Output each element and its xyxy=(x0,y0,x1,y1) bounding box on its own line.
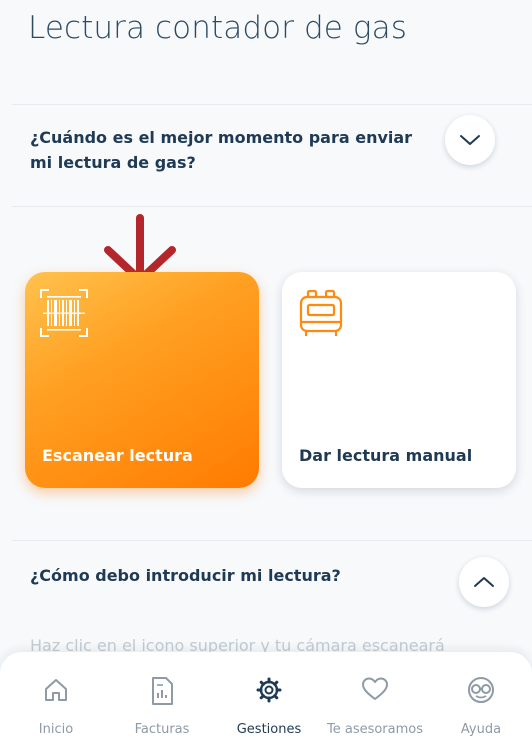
scan-reading-card[interactable]: Escanear lectura xyxy=(25,272,259,488)
faq-question-line: mi lectura de gas? xyxy=(30,153,196,172)
manual-reading-label: Dar lectura manual xyxy=(299,446,473,465)
chevron-up-icon xyxy=(474,577,494,587)
barcode-scan-icon xyxy=(40,289,88,337)
nav-label: Gestiones xyxy=(236,722,302,737)
nav-label: Te asesoramos xyxy=(326,722,424,737)
nav-label: Ayuda xyxy=(460,722,502,737)
nav-item-gestiones[interactable]: Gestiones xyxy=(216,652,322,744)
heart-icon xyxy=(362,677,388,700)
help-icon xyxy=(468,677,494,703)
divider xyxy=(12,206,532,207)
chevron-down-icon xyxy=(460,135,480,145)
faq-question-best-time: ¿Cuándo es el mejor momento para enviar … xyxy=(30,125,412,175)
faq-question-how-to-enter: ¿Cómo debo introducir mi lectura? xyxy=(30,566,341,585)
nav-label: Inicio xyxy=(38,722,74,737)
nav-item-inicio[interactable]: Inicio xyxy=(3,652,109,744)
settings-gear-icon xyxy=(256,677,282,703)
manual-reading-card[interactable]: Dar lectura manual xyxy=(282,272,516,488)
bottom-navigation: Inicio Facturas Gestiones Te asesoramos … xyxy=(0,652,532,744)
divider xyxy=(12,104,532,105)
faq-collapse-button[interactable] xyxy=(459,557,509,607)
invoice-icon xyxy=(152,677,173,705)
nav-item-ayuda[interactable]: Ayuda xyxy=(428,652,532,744)
home-icon xyxy=(45,679,67,701)
scan-reading-label: Escanear lectura xyxy=(42,446,193,465)
nav-item-facturas[interactable]: Facturas xyxy=(109,652,215,744)
nav-item-te-asesoramos[interactable]: Te asesoramos xyxy=(322,652,428,744)
faq-expand-button[interactable] xyxy=(445,115,495,165)
gas-meter-reading-screen: Lectura contador de gas ¿Cuándo es el me… xyxy=(0,0,532,744)
page-title: Lectura contador de gas xyxy=(28,10,407,46)
faq-question-line: ¿Cuándo es el mejor momento para enviar xyxy=(30,128,413,147)
gas-meter-icon xyxy=(299,289,343,336)
divider xyxy=(12,540,532,541)
nav-label: Facturas xyxy=(134,722,190,737)
